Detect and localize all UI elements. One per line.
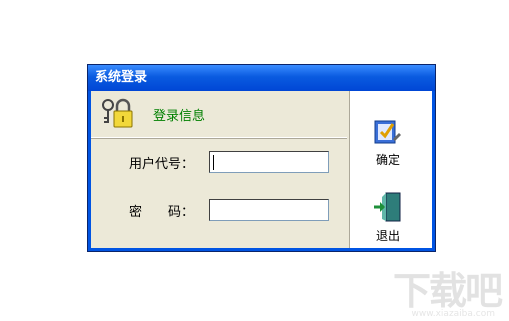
keys-lock-icon [99, 97, 135, 131]
login-info-label: 登录信息 [153, 109, 206, 124]
user-code-label: 用户代号： [129, 157, 195, 172]
login-dialog: 系统登录 登录信息 用户代号： 密 码： 确定 退出 [87, 64, 436, 252]
user-code-input[interactable] [209, 151, 329, 173]
text-caret [213, 155, 214, 170]
ok-button[interactable]: 确定 [358, 115, 418, 168]
confirm-check-icon [374, 120, 401, 144]
exit-button[interactable]: 退出 [358, 191, 418, 244]
password-input[interactable] [209, 199, 329, 221]
password-label: 密 码： [129, 205, 195, 220]
watermark-logo: 下载吧 [392, 269, 503, 313]
header-panel: 登录信息 [91, 91, 347, 138]
ok-button-label: 确定 [375, 153, 400, 167]
window-title: 系统登录 [88, 65, 435, 91]
button-panel: 确定 退出 [349, 91, 432, 248]
form-panel: 用户代号： 密 码： [91, 139, 347, 248]
dialog-body: 登录信息 用户代号： 密 码： 确定 退出 [91, 91, 432, 248]
exit-door-icon [374, 192, 401, 222]
watermark-url: www.xiazaiba.com [411, 309, 495, 319]
exit-button-label: 退出 [375, 229, 400, 243]
